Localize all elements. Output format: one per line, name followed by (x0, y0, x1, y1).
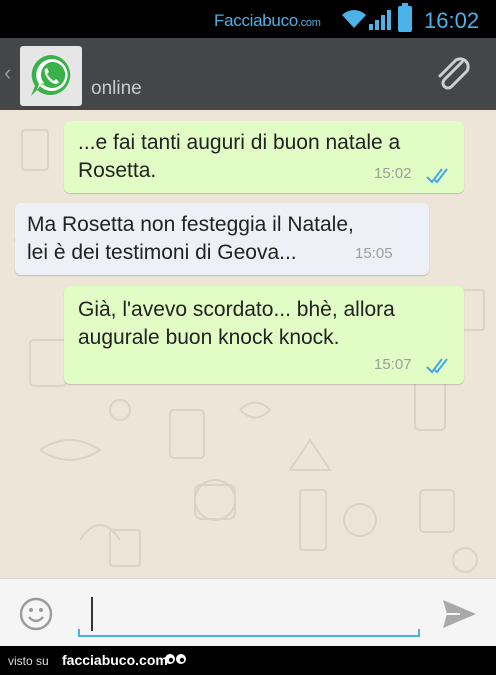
status-time: 16:02 (424, 8, 480, 33)
wifi-icon (342, 10, 366, 28)
message-bubble-incoming[interactable]: Ma Rosetta non festeggia il Natale, lei … (15, 203, 429, 275)
input-underline-right (418, 629, 420, 637)
status-bar: Facciabuco.com 16:02 (0, 0, 496, 38)
message-bubble-outgoing[interactable]: ...e fai tanti auguri di buon natale a R… (64, 121, 464, 193)
footer-site: facciabuco.com (62, 652, 168, 668)
chat-header: ‹ online (0, 38, 496, 110)
paperclip-icon[interactable] (432, 54, 476, 98)
whatsapp-logo-icon (31, 55, 71, 96)
contact-avatar[interactable] (20, 46, 82, 106)
chat-area[interactable]: ...e fai tanti auguri di buon natale a R… (0, 110, 496, 578)
message-text: Già, l'avevo scordato... bhè, allora aug… (78, 298, 395, 349)
double-check-icon (426, 168, 448, 184)
message-bubble-outgoing[interactable]: Già, l'avevo scordato... bhè, allora aug… (64, 286, 464, 384)
contact-status: online (91, 78, 142, 99)
eyes-icon (165, 654, 186, 664)
watermark-footer: visto su facciabuco.com (0, 646, 496, 675)
back-chevron-icon[interactable]: ‹ (4, 60, 11, 86)
text-caret (91, 597, 93, 631)
message-time: 15:05 (355, 245, 393, 262)
status-bar-brand: Facciabuco.com (214, 11, 321, 31)
message-time: 15:07 (374, 356, 412, 373)
send-icon[interactable] (440, 597, 478, 631)
double-check-icon (426, 358, 448, 374)
input-bar (0, 578, 496, 646)
signal-icon (369, 10, 391, 30)
input-underline-left (78, 629, 80, 637)
smiley-icon[interactable] (19, 597, 53, 631)
footer-label: visto su (8, 654, 49, 668)
brand-name: Facciabuco (214, 11, 298, 30)
message-time: 15:02 (374, 165, 412, 182)
battery-icon (398, 3, 412, 32)
brand-domain: .com (297, 17, 321, 29)
message-input[interactable] (78, 593, 420, 637)
